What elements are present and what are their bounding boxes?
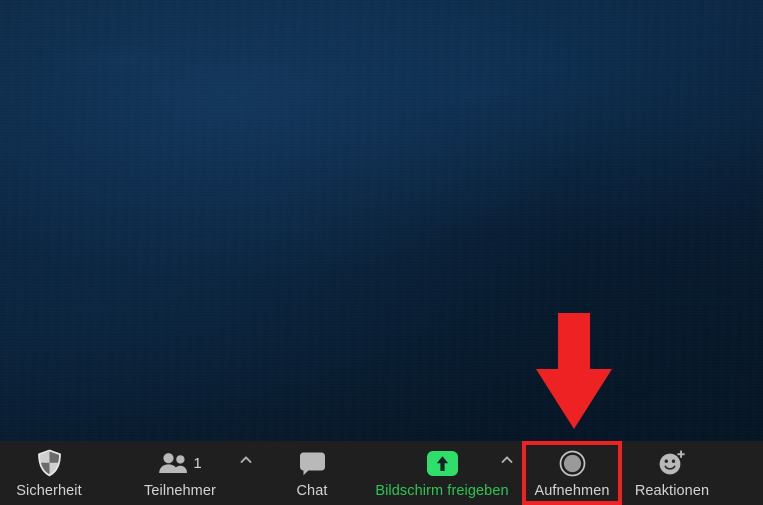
toolbar-button-security[interactable]: Sicherheit [0,441,98,505]
share-screen-icon-row [426,448,458,478]
toolbar-button-participants[interactable]: 1 Teilnehmer [130,441,230,505]
toolbar-label-share-screen: Bildschirm freigeben [375,483,509,499]
chat-icon-row [299,448,326,478]
reactions-icon-row [658,448,686,478]
participants-count-badge: 1 [193,454,202,472]
security-icon-row [37,448,62,478]
chat-bubble-icon [299,452,325,475]
chevron-up-icon-participants[interactable] [239,453,253,467]
toolbar-label-security: Sicherheit [16,483,82,499]
toolbar-label-reactions: Reaktionen [634,483,710,499]
toolbar-label-participants: Teilnehmer [144,483,216,499]
participants-icon-row: 1 [158,448,202,478]
shield-icon [37,449,61,477]
toolbar-button-record[interactable]: Aufnehmen [522,441,622,505]
chevron-up-icon-share-screen[interactable] [500,453,514,467]
zoom-meeting-window: Sicherheit 1 Teilnehmer Chat Bildschirm … [0,0,763,505]
people-icon [159,453,188,473]
toolbar-button-share-screen[interactable]: Bildschirm freigeben [352,441,532,505]
video-stage [0,0,763,441]
smiley-plus-icon [659,450,685,475]
record-icon-row [559,448,586,478]
toolbar-label-record: Aufnehmen [534,483,610,499]
record-circle-icon [559,450,585,476]
toolbar-button-chat[interactable]: Chat [272,441,352,505]
toolbar-label-chat: Chat [296,483,328,499]
toolbar-button-reactions[interactable]: Reaktionen [622,441,722,505]
arrow-up-icon [436,455,448,471]
share-screen-chip [426,450,458,476]
meeting-controls-toolbar: Sicherheit 1 Teilnehmer Chat Bildschirm … [0,441,763,505]
